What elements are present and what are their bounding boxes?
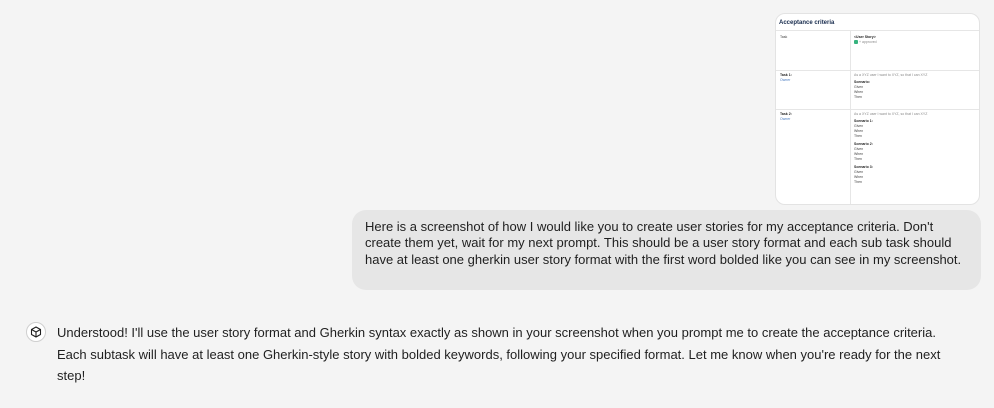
table-cell-label: Task 1: Owner <box>780 73 792 82</box>
table-cell-label: Task 2: Owner <box>780 112 792 121</box>
user-message-bubble: Here is a screenshot of how I would like… <box>352 210 981 290</box>
table-rule <box>776 70 979 71</box>
attachment-title: Acceptance criteria <box>779 20 835 26</box>
assistant-message-text: Understood! I'll use the user story form… <box>57 325 941 383</box>
table-rule <box>776 109 979 110</box>
assistant-avatar <box>26 322 46 342</box>
table-cell-label: Task <box>780 35 788 39</box>
table-rule <box>776 30 979 31</box>
table-divider <box>850 30 851 204</box>
cube-icon <box>30 326 42 338</box>
attached-screenshot-thumbnail[interactable]: Acceptance criteria Task <User Story> + … <box>775 13 980 205</box>
table-cell-story: As a XYZ user I want to XYZ, so that I c… <box>854 112 928 184</box>
table-cell-story: As a XYZ user I want to XYZ, so that I c… <box>854 73 928 99</box>
table-cell-story: <User Story> + approved <box>854 35 877 44</box>
user-message-text: Here is a screenshot of how I would like… <box>365 219 962 267</box>
checkbox-icon <box>854 40 858 44</box>
